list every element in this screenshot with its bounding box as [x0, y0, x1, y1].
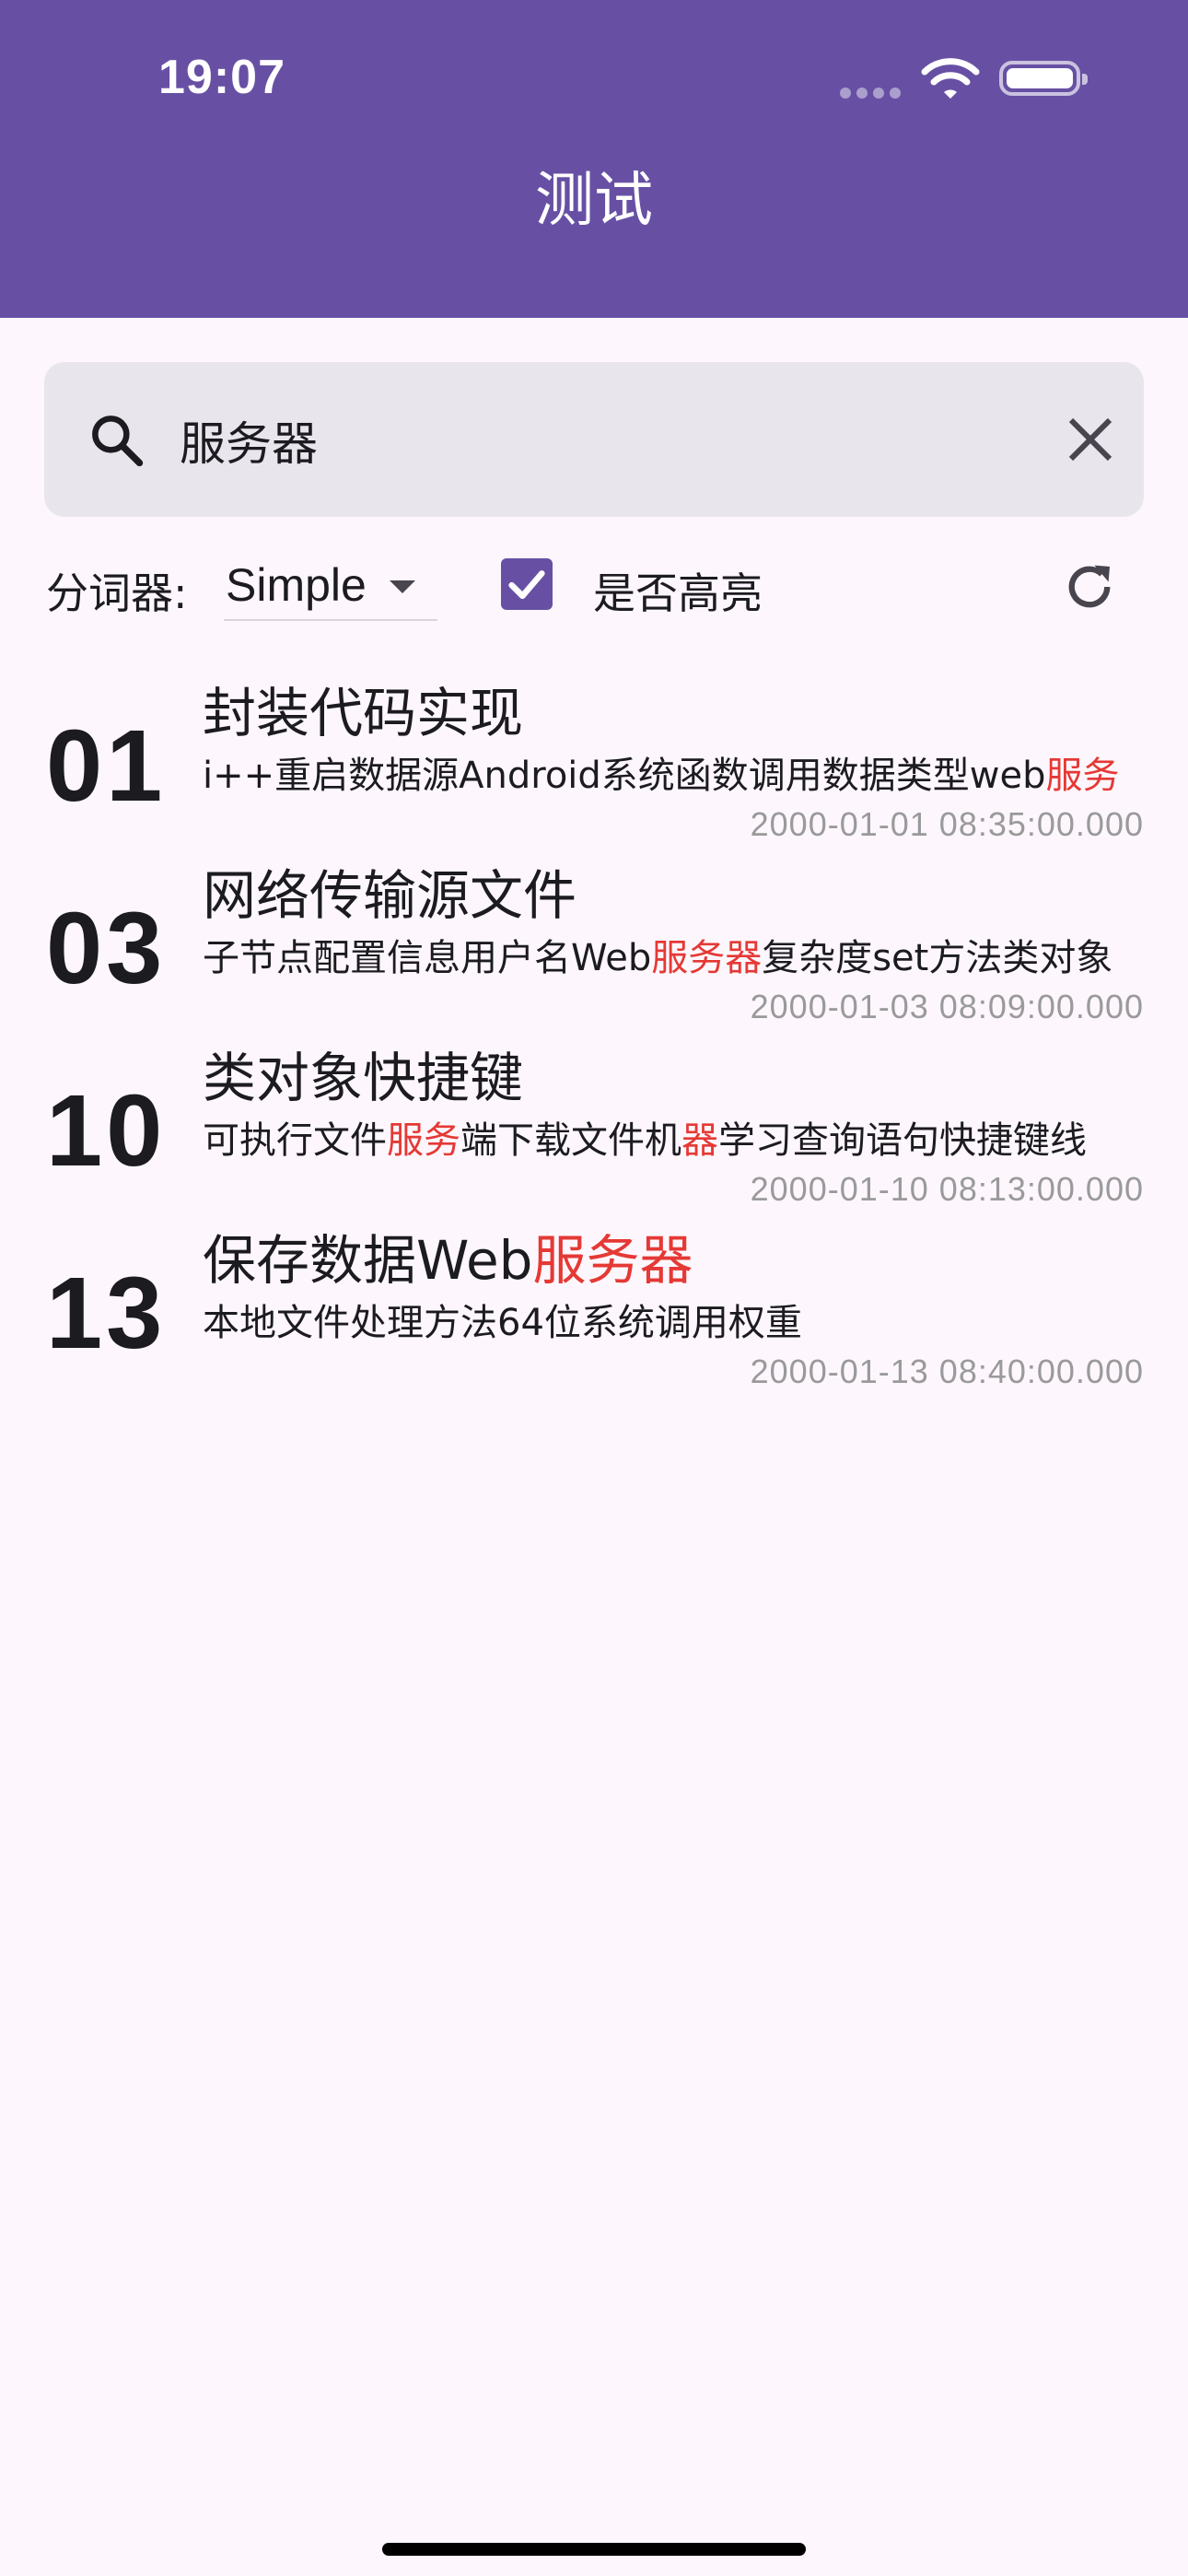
home-indicator [382, 2543, 806, 2556]
result-title: 类对象快捷键 [203, 1045, 523, 1111]
segmenter-label: 分词器: [46, 568, 188, 618]
segmenter-dropdown[interactable]: Simple [224, 549, 437, 621]
result-number: 01 [46, 709, 167, 823]
title-text: 网络传输源文件 [203, 864, 577, 927]
result-snippet: 可执行文件服务端下载文件机器学习查询语句快捷键线 [203, 1115, 1144, 1166]
snippet-text: 子节点配置信息用户名Web [203, 937, 652, 979]
title-text: 保存数据Web [203, 1229, 533, 1292]
highlighted-text: 服务器 [651, 937, 763, 979]
title-text: 类对象快捷键 [203, 1047, 524, 1109]
battery-icon [999, 61, 1088, 96]
refresh-icon[interactable] [1059, 556, 1120, 617]
segmenter-value: Simple [226, 559, 367, 611]
highlighted-text: 服务 [387, 1119, 460, 1162]
results-list: 01 封装代码实现 i++重启数据源Android系统函数调用数据类型web服务 20… [0, 673, 1188, 1402]
snippet-text: i++重启数据源Android系统函数调用数据类型web [203, 755, 1046, 797]
highlight-checkbox[interactable] [501, 558, 553, 610]
checkmark-icon [508, 570, 545, 600]
snippet-text: 学习查询语句快捷键线 [718, 1119, 1087, 1162]
page-title: 测试 [535, 167, 653, 235]
highlighted-text: 器 [681, 1119, 718, 1162]
result-title: 保存数据Web服务器 [203, 1227, 693, 1294]
highlight-label: 是否高亮 [593, 568, 763, 618]
search-icon [92, 416, 144, 467]
cellular-signal-icon [840, 85, 906, 102]
title-text: 封装代码实现 [203, 682, 524, 744]
status-time: 19:07 [158, 51, 285, 104]
result-timestamp: 2000-01-13 08:40:00.000 [750, 1352, 1144, 1390]
clear-icon[interactable] [1057, 406, 1124, 473]
app-bar: 19:07 测试 [0, 0, 1188, 318]
snippet-text: 本地文件处理方法64位系统调用权重 [203, 1302, 802, 1344]
result-item[interactable]: 10 类对象快捷键可执行文件服务端下载文件机器学习查询语句快捷键线 2000-01-… [0, 1037, 1188, 1220]
result-timestamp: 2000-01-01 08:35:00.000 [750, 805, 1144, 843]
result-snippet: i++重启数据源Android系统函数调用数据类型web服务 [203, 750, 1144, 802]
snippet-text: 可执行文件 [203, 1119, 387, 1162]
result-item[interactable]: 01 封装代码实现 i++重启数据源Android系统函数调用数据类型web服务 20… [0, 673, 1188, 855]
result-item[interactable]: 13 保存数据Web服务器本地文件处理方法64位系统调用权重 2000-01-13 … [0, 1220, 1188, 1402]
result-snippet: 本地文件处理方法64位系统调用权重 [203, 1297, 1144, 1349]
wifi-icon [921, 58, 980, 99]
snippet-text: 复杂度set方法类对象 [762, 937, 1113, 979]
result-timestamp: 2000-01-03 08:09:00.000 [750, 988, 1144, 1025]
search-options-bar: 分词器: Simple 是否高亮 [0, 544, 1188, 636]
highlighted-text: 服务 [1045, 755, 1120, 797]
result-number: 03 [46, 892, 167, 1005]
snippet-text: 端下载文件机 [460, 1119, 681, 1162]
result-title: 封装代码实现 [203, 680, 523, 746]
result-number: 13 [46, 1257, 167, 1370]
result-timestamp: 2000-01-10 08:13:00.000 [750, 1170, 1144, 1208]
result-title: 网络传输源文件 [203, 862, 577, 929]
search-input[interactable] [178, 403, 992, 478]
search-bar[interactable] [44, 362, 1144, 517]
dropdown-arrow-icon [390, 580, 415, 593]
result-number: 10 [46, 1074, 167, 1188]
result-snippet: 子节点配置信息用户名Web服务器复杂度set方法类对象 [203, 932, 1144, 984]
highlighted-text: 服务器 [532, 1229, 693, 1292]
result-item[interactable]: 03 网络传输源文件 子节点配置信息用户名Web服务器复杂度set方法类对象 2000… [0, 855, 1188, 1037]
